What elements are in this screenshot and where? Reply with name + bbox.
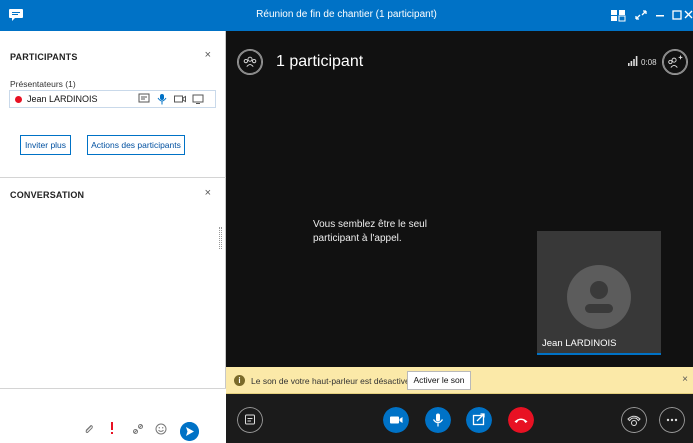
hang-up-icon[interactable] bbox=[508, 407, 534, 433]
unmute-button[interactable]: Activer le son bbox=[407, 371, 471, 390]
microphone-icon[interactable] bbox=[425, 407, 451, 433]
participant-row[interactable]: Jean LARDINOIS bbox=[9, 90, 216, 108]
add-people-icon[interactable] bbox=[662, 49, 688, 75]
signal-strength-icon bbox=[628, 56, 638, 66]
info-icon: i bbox=[234, 375, 245, 386]
show-participants-icon[interactable] bbox=[237, 49, 263, 75]
active-speaker-bar bbox=[537, 353, 661, 355]
alone-in-call-message: Vous semblez être le seul participant à … bbox=[313, 219, 427, 244]
paperclip-icon[interactable] bbox=[83, 423, 95, 435]
participant-actions-button[interactable]: Actions des participants bbox=[87, 135, 185, 155]
notification-text: Le son de votre haut-parleur est désacti… bbox=[251, 376, 413, 386]
self-name-label: Jean LARDINOIS bbox=[542, 338, 617, 349]
presenters-group-label: Présentateurs (1) bbox=[10, 79, 76, 89]
message-composer[interactable] bbox=[0, 388, 226, 443]
share-icon[interactable] bbox=[466, 407, 492, 433]
call-toolbar bbox=[226, 394, 693, 443]
close-window-icon[interactable] bbox=[684, 8, 693, 22]
emoji-icon[interactable] bbox=[155, 423, 167, 435]
presence-indicator bbox=[15, 96, 22, 103]
title-bar: Réunion de fin de chantier (1 participan… bbox=[0, 0, 693, 31]
call-stage: 1 participant 0:08 Vous semblez être le … bbox=[226, 31, 693, 367]
avatar-placeholder-icon bbox=[567, 265, 631, 329]
self-video-tile[interactable]: Jean LARDINOIS bbox=[537, 231, 661, 355]
close-participants-icon[interactable]: × bbox=[205, 49, 211, 61]
link-icon[interactable] bbox=[132, 423, 144, 435]
microphone-icon[interactable] bbox=[156, 93, 168, 105]
send-icon[interactable] bbox=[180, 422, 199, 441]
close-conversation-icon[interactable]: × bbox=[205, 187, 211, 199]
maximize-icon[interactable] bbox=[669, 8, 685, 22]
participant-name: Jean LARDINOIS bbox=[27, 94, 98, 104]
minimize-icon[interactable] bbox=[652, 8, 668, 22]
participant-count-heading: 1 participant bbox=[276, 53, 364, 70]
devices-icon[interactable] bbox=[621, 407, 647, 433]
invite-more-button[interactable]: Inviter plus bbox=[20, 135, 71, 155]
speaker-muted-notification: i Le son de votre haut-parleur est désac… bbox=[226, 367, 693, 394]
window-title: Réunion de fin de chantier (1 participan… bbox=[256, 9, 437, 20]
layout-icon[interactable] bbox=[610, 8, 626, 22]
conversation-heading: CONVERSATION bbox=[10, 190, 85, 200]
screen-share-icon[interactable] bbox=[192, 93, 204, 105]
full-screen-icon[interactable] bbox=[633, 8, 649, 22]
dismiss-notification-icon[interactable]: × bbox=[682, 374, 688, 385]
more-options-icon[interactable] bbox=[659, 407, 685, 433]
call-timer: 0:08 bbox=[641, 58, 657, 67]
panel-resize-handle[interactable] bbox=[219, 227, 222, 249]
importance-icon[interactable] bbox=[108, 421, 116, 435]
section-divider bbox=[0, 177, 226, 178]
video-icon[interactable] bbox=[383, 407, 409, 433]
im-icon[interactable] bbox=[237, 407, 263, 433]
left-panel: PARTICIPANTS × Présentateurs (1) Jean LA… bbox=[0, 31, 226, 443]
video-icon[interactable] bbox=[174, 93, 186, 105]
participants-heading: PARTICIPANTS bbox=[10, 52, 78, 62]
im-icon[interactable] bbox=[138, 93, 150, 105]
